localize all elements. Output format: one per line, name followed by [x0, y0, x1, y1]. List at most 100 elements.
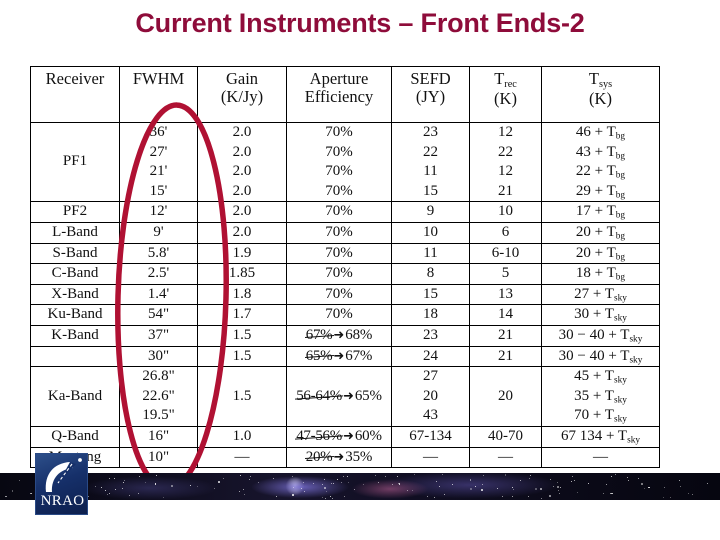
receiver-cell: X-Band	[30, 283, 120, 306]
radio-dish-icon	[45, 458, 82, 492]
star-dot	[354, 489, 355, 490]
star-dot	[291, 475, 293, 477]
star-dot	[519, 480, 521, 482]
star-dot	[678, 480, 680, 482]
star-dot	[641, 482, 643, 485]
star-dot	[512, 486, 513, 488]
sefd-cell: 11	[391, 242, 470, 265]
star-dot	[144, 481, 146, 483]
column-header-6: Tsys (K)	[541, 66, 660, 123]
aperture-efficiency-cell: 70%	[286, 201, 392, 223]
gain-cell: 1.0	[197, 425, 287, 448]
star-dot	[113, 478, 115, 480]
star-dot	[324, 487, 327, 489]
star-dot	[436, 481, 438, 483]
table-row: K-Band 37" 1.5 67%➜68% 23 21 30 − 40 + Tsky	[30, 324, 660, 347]
efficiency-new-value: 68%	[345, 326, 373, 343]
star-dot	[330, 495, 332, 497]
star-dot	[18, 480, 20, 482]
star-dot	[439, 486, 441, 487]
star-dot	[571, 481, 573, 483]
star-dot	[275, 496, 277, 498]
star-dot	[609, 493, 611, 495]
star-dot	[324, 498, 326, 499]
star-dot	[333, 483, 335, 485]
star-dot	[244, 494, 246, 496]
star-dot	[109, 477, 111, 479]
sefd-cell: 15	[391, 283, 470, 306]
fwhm-cell: 54"	[119, 304, 198, 326]
fwhm-cell: 30"	[119, 345, 198, 368]
slide-canvas: Current Instruments – Front Ends-2 Recei…	[0, 0, 720, 540]
fwhm-cell: 5.8'	[119, 242, 198, 265]
star-dot	[511, 495, 514, 498]
receiver-cell: L-Band	[30, 221, 120, 244]
star-dot	[293, 487, 294, 489]
column-header-2: Gain (K/Jy)	[197, 66, 287, 123]
table-row: .30"1.5 65%➜67% 242130 − 40 + Tsky	[30, 345, 660, 368]
star-dot	[291, 494, 294, 497]
gain-cell: 1.5	[197, 324, 287, 347]
star-dot	[128, 495, 130, 496]
efficiency-edit: 20%➜35%	[306, 449, 373, 465]
column-header-4: SEFD (JY)	[391, 66, 470, 123]
star-dot	[615, 473, 617, 475]
star-dot	[528, 477, 530, 479]
sefd-cell: 24	[391, 345, 470, 368]
efficiency-edit: 65%➜67%	[306, 348, 373, 364]
star-dot	[664, 486, 666, 488]
star-dot	[348, 482, 350, 484]
star-dot	[344, 496, 346, 498]
nrao-logo: NRAO	[35, 453, 88, 515]
star-dot	[222, 477, 224, 479]
receiver-cell: .	[30, 345, 120, 368]
sefd-cell: 23 22 11 15	[391, 121, 470, 203]
star-dot	[162, 497, 164, 499]
star-dot	[321, 484, 323, 486]
star-dot	[375, 474, 376, 476]
star-dot	[573, 479, 575, 481]
aperture-efficiency-cell: 70%	[286, 221, 392, 244]
star-dot	[558, 492, 560, 494]
aperture-efficiency-cell: 65%➜67%	[286, 345, 392, 368]
receiver-cell: K-Band	[30, 324, 120, 347]
star-dot	[196, 486, 198, 488]
star-dot	[512, 488, 514, 490]
star-dot	[643, 487, 645, 489]
star-dot	[392, 484, 394, 486]
star-dot	[557, 486, 560, 488]
star-dot	[627, 477, 629, 478]
star-dot	[504, 474, 507, 476]
trec-cell: 13	[469, 283, 542, 306]
aperture-efficiency-cell: 20%➜35%	[286, 446, 392, 469]
efficiency-edit: 67%➜68%	[306, 326, 373, 343]
instruments-table-body: Receiver FWHM Gain (K/Jy) Aperture Efficiency…	[30, 66, 660, 469]
fwhm-cell: 26.8" 22.6" 19.5"	[119, 366, 198, 427]
aperture-efficiency-cell: 67%➜68%	[286, 324, 392, 347]
star-dot	[549, 478, 551, 480]
star-dot	[121, 487, 123, 489]
fwhm-cell: 2.5'	[119, 263, 198, 285]
tsys-cell: 17 + Tbg	[541, 201, 660, 223]
gain-cell: 1.5	[197, 366, 287, 427]
star-dot	[535, 488, 537, 491]
star-dot	[414, 473, 416, 475]
column-header-0: Receiver	[30, 66, 120, 123]
star-dot	[572, 475, 574, 477]
tsys-cell: 18 + Tbg	[541, 263, 660, 285]
star-dot	[452, 484, 454, 485]
star-dot	[31, 492, 32, 494]
star-dot	[313, 483, 315, 485]
tsys-cell: 30 + Tsky	[541, 304, 660, 326]
star-dot	[527, 495, 529, 497]
star-dot	[100, 486, 102, 488]
star-dot	[434, 496, 436, 498]
star-dot	[115, 488, 117, 490]
star-dot	[321, 497, 323, 499]
efficiency-old-value: 47-56%	[296, 427, 342, 447]
star-dot	[557, 489, 559, 491]
trec-cell: 20	[469, 366, 542, 427]
efficiency-edit: 56-64%➜65%	[296, 388, 382, 404]
efficiency-edit: 47-56%➜60%	[296, 428, 382, 444]
star-dot	[662, 496, 665, 499]
